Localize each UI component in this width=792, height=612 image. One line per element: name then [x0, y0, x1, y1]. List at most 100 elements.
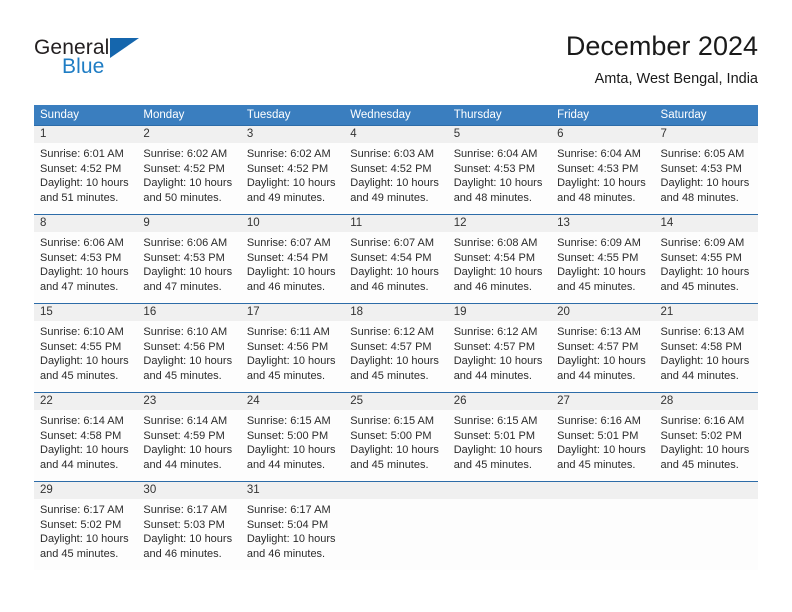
day-number: 14: [660, 217, 674, 229]
daylight-text: Daylight: 10 hours and 48 minutes.: [660, 177, 750, 204]
day-cell[interactable]: Sunrise: 6:07 AM Sunset: 4:54 PM Dayligh…: [241, 232, 344, 303]
daylight-text: Daylight: 10 hours and 44 minutes.: [453, 355, 543, 382]
sunrise-text: Sunrise: 6:13 AM: [660, 326, 745, 338]
weekday-header-friday: Friday: [557, 109, 590, 121]
day-cell[interactable]: Sunrise: 6:06 AM Sunset: 4:53 PM Dayligh…: [137, 232, 240, 303]
sunset-text: Sunset: 4:56 PM: [246, 340, 329, 353]
daylight-text: Daylight: 10 hours and 46 minutes.: [246, 266, 336, 293]
day-cell[interactable]: Sunrise: 6:17 AM Sunset: 5:02 PM Dayligh…: [34, 499, 137, 570]
day-number: 26: [453, 395, 467, 407]
day-number: 18: [350, 306, 364, 318]
sunrise-text: Sunrise: 6:06 AM: [40, 237, 124, 249]
sunset-text: Sunset: 5:02 PM: [660, 429, 742, 442]
sunset-text: Sunset: 4:57 PM: [557, 340, 639, 353]
day-cell[interactable]: Sunrise: 6:17 AM Sunset: 5:03 PM Dayligh…: [137, 499, 240, 570]
day-cell-empty: [448, 499, 551, 570]
sunset-text: Sunset: 5:00 PM: [350, 429, 432, 442]
daylight-text: Daylight: 10 hours and 44 minutes.: [660, 355, 750, 382]
day-number: 9: [143, 217, 150, 229]
day-cell[interactable]: Sunrise: 6:04 AM Sunset: 4:53 PM Dayligh…: [448, 143, 551, 214]
day-cell[interactable]: Sunrise: 6:11 AM Sunset: 4:56 PM Dayligh…: [241, 321, 344, 392]
day-cell[interactable]: Sunrise: 6:03 AM Sunset: 4:52 PM Dayligh…: [344, 143, 447, 214]
sunset-text: Sunset: 4:55 PM: [660, 251, 742, 264]
day-cell[interactable]: Sunrise: 6:15 AM Sunset: 5:01 PM Dayligh…: [448, 410, 551, 481]
sunset-text: Sunset: 5:01 PM: [557, 429, 639, 442]
day-cell[interactable]: Sunrise: 6:09 AM Sunset: 4:55 PM Dayligh…: [655, 232, 758, 303]
sunrise-text: Sunrise: 6:02 AM: [246, 148, 331, 160]
day-cell[interactable]: Sunrise: 6:01 AM Sunset: 4:52 PM Dayligh…: [34, 143, 137, 214]
sunset-text: Sunset: 5:01 PM: [453, 429, 536, 442]
day-cell[interactable]: Sunrise: 6:12 AM Sunset: 4:57 PM Dayligh…: [344, 321, 447, 392]
weekday-header-tuesday: Tuesday: [246, 109, 291, 121]
sunrise-text: Sunrise: 6:17 AM: [40, 504, 124, 516]
sunset-text: Sunset: 4:54 PM: [246, 251, 329, 264]
day-cell[interactable]: Sunrise: 6:13 AM Sunset: 4:57 PM Dayligh…: [551, 321, 654, 392]
sunrise-text: Sunrise: 6:05 AM: [660, 148, 745, 160]
daylight-text: Daylight: 10 hours and 49 minutes.: [350, 177, 439, 204]
day-number: 15: [40, 306, 53, 318]
day-cell[interactable]: Sunrise: 6:02 AM Sunset: 4:52 PM Dayligh…: [241, 143, 344, 214]
day-cell[interactable]: Sunrise: 6:15 AM Sunset: 5:00 PM Dayligh…: [344, 410, 447, 481]
day-number: 21: [660, 306, 674, 318]
day-cell[interactable]: Sunrise: 6:06 AM Sunset: 4:53 PM Dayligh…: [34, 232, 137, 303]
day-cell-empty: [655, 499, 758, 570]
sunset-text: Sunset: 4:57 PM: [350, 340, 432, 353]
sunset-text: Sunset: 4:53 PM: [557, 162, 639, 175]
sunrise-text: Sunrise: 6:13 AM: [557, 326, 641, 338]
sunset-text: Sunset: 4:58 PM: [40, 429, 122, 442]
day-cell[interactable]: Sunrise: 6:16 AM Sunset: 5:01 PM Dayligh…: [551, 410, 654, 481]
sunset-text: Sunset: 4:52 PM: [350, 162, 432, 175]
day-number: 19: [453, 306, 467, 318]
day-cell[interactable]: Sunrise: 6:07 AM Sunset: 4:54 PM Dayligh…: [344, 232, 447, 303]
sunrise-text: Sunrise: 6:10 AM: [143, 326, 228, 338]
sunrise-text: Sunrise: 6:07 AM: [246, 237, 331, 249]
sunset-text: Sunset: 4:59 PM: [143, 429, 225, 442]
general-blue-logo[interactable]: General Blue: [34, 36, 234, 86]
day-number: 23: [143, 395, 157, 407]
day-number: 17: [246, 306, 260, 318]
week-row: 8 9 10 11 12 13 14 Sunrise: 6:06 AM Suns…: [34, 214, 758, 303]
week-row: 15 16 17 18 19 20 21 Sunrise: 6:10 AM Su…: [34, 303, 758, 392]
day-details-row: Sunrise: 6:14 AM Sunset: 4:58 PM Dayligh…: [34, 410, 758, 481]
day-number: 28: [660, 395, 674, 407]
sunrise-text: Sunrise: 6:15 AM: [453, 415, 538, 427]
daylight-text: Daylight: 10 hours and 45 minutes.: [350, 355, 439, 382]
day-details-row: Sunrise: 6:10 AM Sunset: 4:55 PM Dayligh…: [34, 321, 758, 392]
daylight-text: Daylight: 10 hours and 44 minutes.: [40, 444, 129, 471]
day-cell[interactable]: Sunrise: 6:14 AM Sunset: 4:59 PM Dayligh…: [137, 410, 240, 481]
sunrise-text: Sunrise: 6:10 AM: [40, 326, 124, 338]
day-number: 7: [660, 128, 667, 140]
day-cell[interactable]: Sunrise: 6:13 AM Sunset: 4:58 PM Dayligh…: [655, 321, 758, 392]
day-cell[interactable]: Sunrise: 6:16 AM Sunset: 5:02 PM Dayligh…: [655, 410, 758, 481]
sunset-text: Sunset: 4:54 PM: [453, 251, 536, 264]
sunset-text: Sunset: 4:52 PM: [40, 162, 122, 175]
day-cell[interactable]: Sunrise: 6:15 AM Sunset: 5:00 PM Dayligh…: [241, 410, 344, 481]
day-cell[interactable]: Sunrise: 6:12 AM Sunset: 4:57 PM Dayligh…: [448, 321, 551, 392]
day-number: 2: [143, 128, 150, 140]
day-cell[interactable]: Sunrise: 6:17 AM Sunset: 5:04 PM Dayligh…: [241, 499, 344, 570]
sunset-text: Sunset: 4:52 PM: [143, 162, 225, 175]
sunset-text: Sunset: 4:53 PM: [40, 251, 122, 264]
day-number-strip: 8 9 10 11 12 13 14: [34, 215, 758, 232]
sunrise-text: Sunrise: 6:03 AM: [350, 148, 435, 160]
daylight-text: Daylight: 10 hours and 44 minutes.: [246, 444, 336, 471]
week-row: 29 30 31 Sunrise: 6:17 AM Sunset: 5:02 P…: [34, 481, 758, 570]
daylight-text: Daylight: 10 hours and 46 minutes.: [453, 266, 543, 293]
day-cell[interactable]: Sunrise: 6:14 AM Sunset: 4:58 PM Dayligh…: [34, 410, 137, 481]
daylight-text: Daylight: 10 hours and 50 minutes.: [143, 177, 233, 204]
day-cell[interactable]: Sunrise: 6:08 AM Sunset: 4:54 PM Dayligh…: [448, 232, 551, 303]
day-number: 1: [40, 128, 47, 140]
day-number: 29: [40, 484, 53, 496]
day-details-row: Sunrise: 6:01 AM Sunset: 4:52 PM Dayligh…: [34, 143, 758, 214]
day-cell[interactable]: Sunrise: 6:02 AM Sunset: 4:52 PM Dayligh…: [137, 143, 240, 214]
sunrise-text: Sunrise: 6:14 AM: [40, 415, 124, 427]
day-cell[interactable]: Sunrise: 6:04 AM Sunset: 4:53 PM Dayligh…: [551, 143, 654, 214]
sunrise-text: Sunrise: 6:02 AM: [143, 148, 228, 160]
sunset-text: Sunset: 5:04 PM: [246, 518, 329, 531]
day-cell[interactable]: Sunrise: 6:05 AM Sunset: 4:53 PM Dayligh…: [655, 143, 758, 214]
day-cell[interactable]: Sunrise: 6:10 AM Sunset: 4:55 PM Dayligh…: [34, 321, 137, 392]
daylight-text: Daylight: 10 hours and 44 minutes.: [143, 444, 233, 471]
day-cell[interactable]: Sunrise: 6:10 AM Sunset: 4:56 PM Dayligh…: [137, 321, 240, 392]
sunrise-text: Sunrise: 6:16 AM: [660, 415, 745, 427]
day-cell[interactable]: Sunrise: 6:09 AM Sunset: 4:55 PM Dayligh…: [551, 232, 654, 303]
